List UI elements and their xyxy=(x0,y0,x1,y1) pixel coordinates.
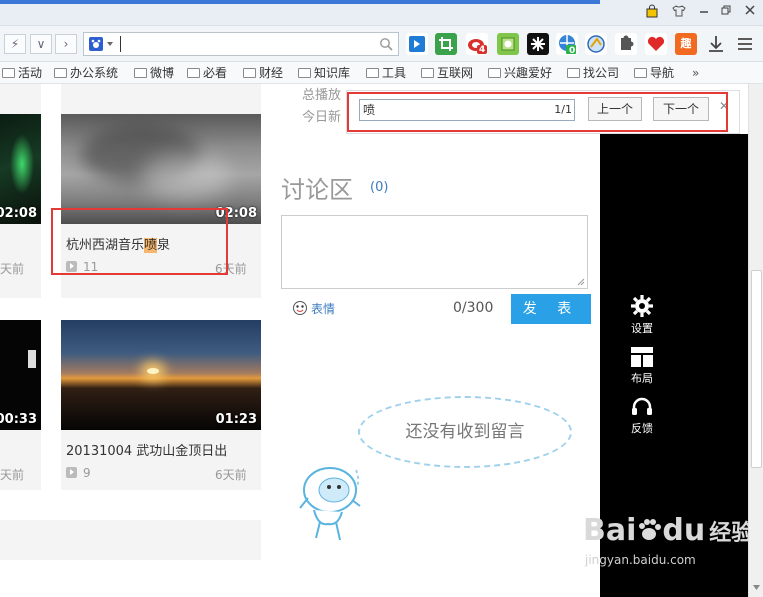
text-cursor xyxy=(120,36,121,52)
video-time: 天前 xyxy=(0,262,25,276)
weibo-badge: 4 xyxy=(479,45,486,55)
video-thumbnail[interactable]: 00:33 xyxy=(0,320,41,430)
bookmark-item[interactable]: 导航 xyxy=(634,65,674,81)
scroll-down-icon[interactable] xyxy=(753,579,760,593)
screenshot-tool-icon[interactable] xyxy=(406,33,428,55)
bookmark-item[interactable]: 知识库 xyxy=(298,65,350,81)
video-card[interactable]: 00:33 天前 xyxy=(0,320,41,490)
headset-icon xyxy=(632,397,652,415)
video-card[interactable]: 02:08 天前 xyxy=(0,84,41,298)
folder-icon xyxy=(421,68,434,78)
browser-title-bar xyxy=(0,0,763,26)
bookmark-item[interactable]: 必看 xyxy=(187,65,227,81)
layout-icon xyxy=(631,347,653,367)
emoji-button[interactable]: 表情 xyxy=(292,300,335,317)
folder-icon xyxy=(567,68,580,78)
page-content: 02:08 天前 02:08 杭州西湖音乐喷泉 11 6天前 00:33 天前 … xyxy=(0,84,763,597)
char-counter: 0/300 xyxy=(453,300,494,316)
shirt-icon[interactable] xyxy=(669,4,689,20)
puzzle-icon[interactable] xyxy=(615,33,637,55)
bookmarks-bar: 活动 办公系统 微博 必看 财经 知识库 工具 互联网 兴趣爱好 找公司 导航 … xyxy=(0,62,763,84)
find-in-page-bar: 喷 1/1 上一个 下一个 ✕ xyxy=(346,90,740,134)
comment-textarea[interactable] xyxy=(281,215,588,289)
video-duration: 01:23 xyxy=(215,412,257,427)
folder-icon xyxy=(54,68,67,78)
paw-icon xyxy=(639,519,662,540)
heart-icon[interactable] xyxy=(645,33,667,55)
title-bar-accent xyxy=(0,0,600,4)
app-icon-label: 趣 xyxy=(680,37,692,50)
folder-icon xyxy=(187,68,200,78)
bookmark-item[interactable]: 互联网 xyxy=(421,65,473,81)
mascot-illustration xyxy=(298,454,368,549)
discussion-title: 讨论区 xyxy=(281,176,353,204)
address-bar[interactable] xyxy=(83,32,399,56)
cloud-sync-icon[interactable]: 0 xyxy=(556,33,578,56)
folder-icon xyxy=(366,68,379,78)
folder-icon xyxy=(634,68,647,78)
folder-icon xyxy=(488,68,501,78)
video-duration: 00:33 xyxy=(0,412,37,427)
forward-button[interactable]: › xyxy=(55,34,77,54)
folder-icon xyxy=(2,68,15,78)
annotation-highlight-box xyxy=(51,208,228,275)
video-thumbnail[interactable]: 02:08 xyxy=(0,114,41,224)
video-time: 6天前 xyxy=(215,468,247,482)
baidu-jingyan-watermark: Bai du 经验 jingyan.baidu.com xyxy=(583,513,754,568)
video-thumbnail[interactable]: 01:23 xyxy=(61,320,261,430)
bookmark-item[interactable]: 兴趣爱好 xyxy=(488,65,552,81)
video-card[interactable] xyxy=(0,520,261,560)
minimize-icon[interactable] xyxy=(694,4,714,20)
publish-button[interactable]: 发 表 xyxy=(511,294,591,324)
stats-total-plays-label: 总播放 xyxy=(302,88,342,103)
restore-icon[interactable] xyxy=(716,4,736,20)
annotation-highlight-box xyxy=(347,92,728,132)
lightning-icon[interactable]: ⚡ xyxy=(4,34,26,54)
crop-icon[interactable] xyxy=(435,33,457,55)
bookmark-item[interactable]: 活动 xyxy=(2,65,42,81)
video-title[interactable]: 20131004 武功山金顶日出 xyxy=(66,440,227,459)
sticker-icon[interactable] xyxy=(497,33,519,55)
bookmark-item[interactable]: 办公系统 xyxy=(54,65,118,81)
stats-today-label: 今日新 xyxy=(302,110,342,125)
close-window-icon[interactable] xyxy=(740,4,760,20)
vertical-scrollbar[interactable] xyxy=(748,84,763,597)
cloud-badge: 0 xyxy=(569,46,576,56)
layout-button[interactable]: 布局 xyxy=(627,346,657,386)
app-icon[interactable]: 趣 xyxy=(675,33,697,55)
snowflake-icon[interactable] xyxy=(527,33,549,55)
folder-icon xyxy=(298,68,311,78)
empty-comments-bubble: 还没有收到留言 xyxy=(358,396,572,468)
folder-icon xyxy=(243,68,256,78)
browser-toolbar: ⚡ ∨ › 4 0 趣 xyxy=(0,26,763,62)
weibo-icon[interactable]: 4 xyxy=(466,33,488,55)
emoji-icon xyxy=(293,301,307,315)
video-card[interactable]: 01:23 20131004 武功山金顶日出 9 6天前 xyxy=(61,320,261,490)
history-dropdown-button[interactable]: ∨ xyxy=(30,34,52,54)
scrollbar-thumb[interactable] xyxy=(751,270,762,468)
video-duration: 02:08 xyxy=(0,206,37,221)
bookmark-item[interactable]: 工具 xyxy=(366,65,406,81)
discussion-count: (0) xyxy=(370,180,389,195)
bookmark-item[interactable]: 微博 xyxy=(134,65,174,81)
search-icon[interactable] xyxy=(379,37,393,54)
video-time: 天前 xyxy=(0,468,25,482)
download-icon[interactable] xyxy=(705,33,727,55)
settings-button[interactable]: 设置 xyxy=(627,294,657,336)
bookmark-item[interactable]: 财经 xyxy=(243,65,283,81)
menu-icon[interactable] xyxy=(734,33,756,55)
video-plays: 9 xyxy=(66,466,91,480)
feedback-button[interactable]: 反馈 xyxy=(627,396,657,436)
bag-icon[interactable] xyxy=(642,4,662,20)
bookmarks-overflow-button[interactable]: » xyxy=(692,65,699,81)
play-count-icon xyxy=(66,467,77,478)
map-icon[interactable] xyxy=(585,33,607,55)
bookmark-item[interactable]: 找公司 xyxy=(567,65,619,81)
gear-icon xyxy=(631,295,653,317)
search-engine-selector[interactable] xyxy=(88,36,116,52)
folder-icon xyxy=(134,68,147,78)
